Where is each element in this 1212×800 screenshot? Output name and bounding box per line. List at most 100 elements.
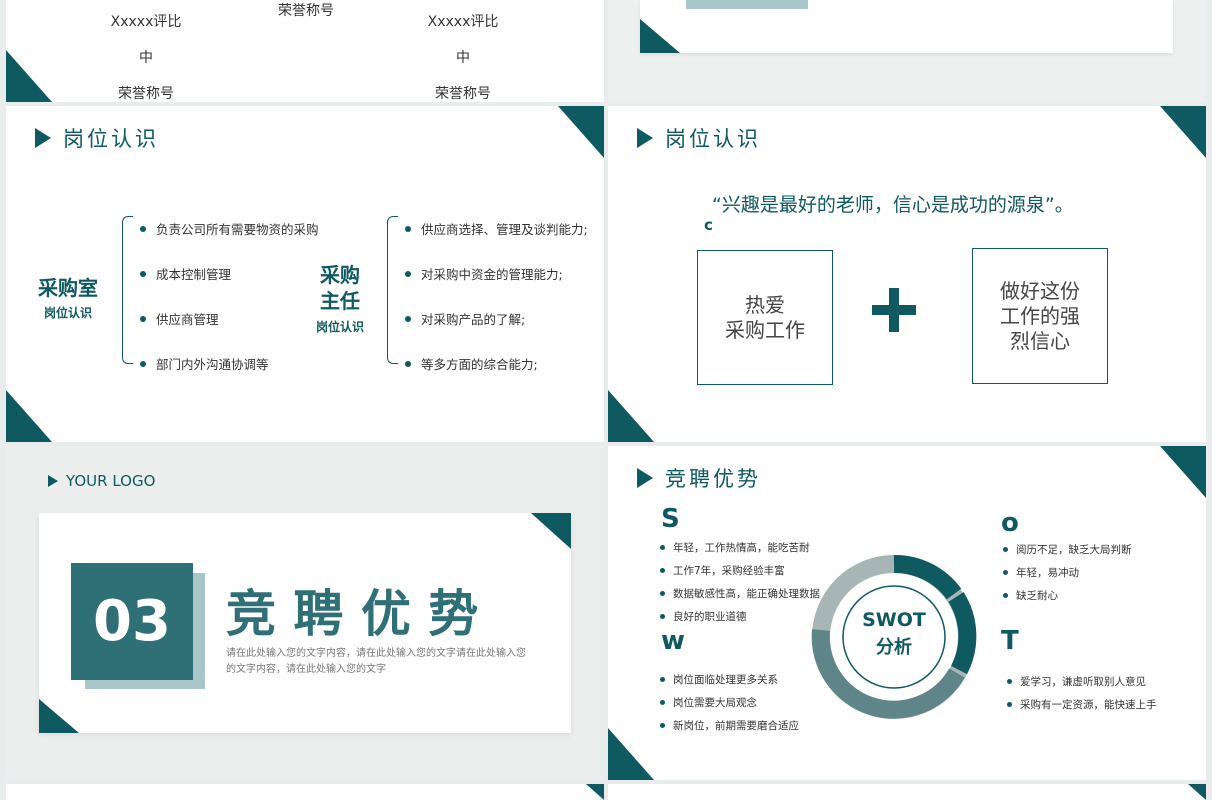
corner-triangle — [608, 728, 654, 780]
light-bar — [686, 0, 808, 9]
list-item: 阅历不足，缺乏大局判断 — [1003, 542, 1132, 557]
list-item: 良好的职业道德 — [660, 609, 820, 624]
corner-triangle — [608, 390, 654, 442]
list-item: 数据敏感性高，能正确处理数据 — [660, 586, 820, 601]
slide-partial-bottom-left — [6, 784, 604, 800]
honor-col-2: 荣誉称号 — [256, 0, 356, 22]
slide-title: 岗位认识 — [665, 127, 761, 151]
list-item-text: 采购有一定资源，能快速上手 — [1020, 699, 1157, 711]
list-item: 新岗位，前期需要磨合适应 — [660, 718, 799, 733]
honor-text: 中 — [456, 50, 470, 66]
slide-title-row: 岗位认识 — [637, 123, 761, 153]
list-item-text: 对采购产品的了解; — [421, 312, 526, 327]
list-item: 负责公司所有需要物资的采购 — [140, 219, 319, 238]
bullet-dot — [140, 225, 146, 232]
bullet-dot — [1007, 702, 1012, 707]
list-item: 爱学习，谦虚听取别人意见 — [1007, 674, 1157, 689]
corner-triangle — [6, 390, 52, 442]
list-item: 工作7年，采购经验丰富 — [660, 563, 820, 578]
honor-col-3: Xxxxx评比 中 荣誉称号 — [413, 4, 513, 102]
list-item-text: 阅历不足，缺乏大局判断 — [1016, 544, 1132, 556]
list-item: 年轻，易冲动 — [1003, 565, 1132, 580]
list-item-text: 对采购中资金的管理能力; — [421, 267, 563, 282]
plus-icon — [872, 288, 916, 332]
honor-text: 荣誉称号 — [278, 3, 334, 19]
swot-letter-o: o — [1001, 508, 1019, 538]
honor-text: 荣誉称号 — [118, 86, 174, 102]
list-item-text: 岗位需要大局观念 — [673, 697, 757, 709]
dept-name-line: 主任 — [320, 289, 360, 313]
slide-title-row: 岗位认识 — [35, 123, 159, 153]
list-item: 等多方面的综合能力; — [405, 354, 588, 373]
list-item: 缺乏耐心 — [1003, 588, 1132, 603]
list-item-text: 等多方面的综合能力; — [421, 357, 538, 372]
corner-triangle — [1160, 106, 1206, 158]
list-item-text: 新岗位，前期需要磨合适应 — [673, 720, 799, 732]
honor-text: 荣誉称号 — [435, 86, 491, 102]
slide-partial-top-right — [608, 0, 1206, 102]
center-line: 分析 — [876, 637, 912, 658]
honor-col-1: Xxxxx评比 中 荣誉称号 — [96, 4, 196, 102]
list-item: 年轻，工作热情高，能吃苦耐 — [660, 540, 820, 555]
list-item-text: 年轻，工作热情高，能吃苦耐 — [673, 542, 810, 554]
dept-sub: 岗位认识 — [316, 320, 365, 334]
slide-section-03: YOUR LOGO 03 竞 聘 优 势 请在此处输入您的文字内容，请在此处输入… — [6, 446, 604, 780]
box-confidence: 做好这份 工作的强 烈信心 — [972, 248, 1108, 384]
duty-list-1: 负责公司所有需要物资的采购 成本控制管理 供应商管理 部门内外沟通协调等 — [140, 219, 319, 373]
section-heading: 竞 聘 优 势 — [226, 585, 479, 643]
quote: “兴趣是最好的老师，信心是成功的源泉”。 — [712, 194, 1074, 216]
list-item-text: 负责公司所有需要物资的采购 — [156, 222, 319, 237]
dept-purchasing-room: 采购室 岗位认识 — [38, 272, 98, 321]
bracket-2 — [387, 216, 398, 364]
bullet-dot — [660, 568, 665, 573]
dept-name: 采购室 — [38, 276, 98, 300]
list-item-text: 缺乏耐心 — [1016, 590, 1058, 602]
swot-list-w: 岗位面临处理更多关系 岗位需要大局观念 新岗位，前期需要磨合适应 — [660, 672, 799, 733]
bullet-dot — [660, 591, 665, 596]
honor-text: 中 — [139, 50, 153, 66]
play-icon — [637, 468, 653, 488]
list-item-text: 年轻，易冲动 — [1016, 567, 1079, 579]
corner-triangle — [6, 50, 52, 102]
box-love-purchasing: 热爱 采购工作 — [697, 250, 833, 385]
bullet-dot — [1007, 679, 1012, 684]
section-number: 03 — [93, 589, 171, 654]
list-item-text: 工作7年，采购经验丰富 — [673, 565, 785, 577]
center-line: SWOT — [862, 609, 926, 631]
swot-list-t: 爱学习，谦虚听取别人意见 采购有一定资源，能快速上手 — [1007, 674, 1157, 712]
list-item-text: 岗位面临处理更多关系 — [673, 674, 778, 686]
section-desc: 请在此处输入您的文字内容，请在此处输入您的文字请在此处输入您的文字内容，请在此处… — [226, 648, 526, 675]
dept-purchasing-director: 采购 主任 岗位认识 — [316, 262, 364, 335]
bracket-1 — [122, 216, 133, 364]
slide-title-row: 竞聘优势 — [637, 463, 761, 493]
bullet-dot — [405, 360, 411, 367]
bullet-dot — [1003, 547, 1008, 552]
slide-job-motto: 岗位认识 “兴趣是最好的老师，信心是成功的源泉”。 c 热爱 采购工作 做好这份… — [608, 106, 1206, 442]
bullet-dot — [660, 723, 665, 728]
list-item: 对采购产品的了解; — [405, 309, 588, 328]
dept-sub: 岗位认识 — [43, 306, 92, 320]
list-item: 采购有一定资源，能快速上手 — [1007, 697, 1157, 712]
slide-title: 岗位认识 — [63, 127, 159, 151]
play-icon — [637, 128, 653, 148]
bullet-dot — [140, 270, 146, 277]
bullet-dot — [1003, 570, 1008, 575]
list-item-text: 供应商选择、管理及谈判能力; — [421, 222, 588, 237]
bullet-dot — [140, 315, 146, 322]
corner-triangle — [586, 784, 604, 800]
bullet-dot — [405, 225, 411, 232]
bullet-dot — [405, 270, 411, 277]
honor-text: Xxxxx评比 — [427, 14, 499, 30]
list-item: 岗位需要大局观念 — [660, 695, 799, 710]
list-item: 部门内外沟通协调等 — [140, 354, 319, 373]
slide-title: 竞聘优势 — [665, 467, 761, 491]
swot-list-s: 年轻，工作热情高，能吃苦耐 工作7年，采购经验丰富 数据敏感性高，能正确处理数据… — [660, 540, 820, 624]
list-item: 岗位面临处理更多关系 — [660, 672, 799, 687]
bullet-dot — [660, 545, 665, 550]
slide-honors: Xxxxx评比 中 荣誉称号 荣誉称号 Xxxxx评比 中 荣誉称号 — [6, 0, 604, 102]
ring-segment — [948, 592, 977, 675]
list-item: 成本控制管理 — [140, 264, 319, 283]
swot-letter-w: w — [661, 626, 686, 656]
list-item: 供应商选择、管理及谈判能力; — [405, 219, 588, 238]
slide-job-duties: 岗位认识 采购室 岗位认识 负责公司所有需要物资的采购 成本控制管理 供应商管理… — [6, 106, 604, 442]
